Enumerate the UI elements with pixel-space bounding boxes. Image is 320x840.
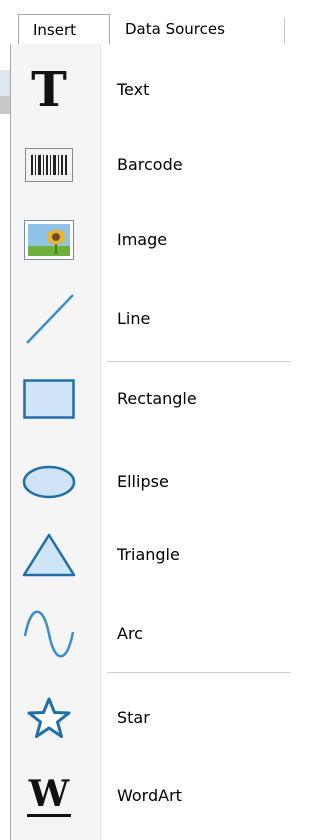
insert-item-label: Triangle (117, 545, 180, 564)
separator (107, 672, 291, 673)
insert-item-label: WordArt (117, 786, 182, 805)
insert-item-line[interactable]: Line (11, 289, 291, 349)
insert-item-text[interactable]: T Text (11, 60, 291, 120)
insert-panel: T Text Barcode Image Line Rectangle Elli… (10, 44, 291, 840)
insert-item-label: Star (117, 708, 150, 727)
tab-bar: Insert Data Sources (0, 0, 290, 44)
insert-item-label: Barcode (117, 155, 183, 174)
panel-edge-marker (0, 96, 10, 114)
tab-data-sources[interactable]: Data Sources (116, 14, 266, 44)
insert-item-label: Text (117, 80, 150, 99)
insert-item-triangle[interactable]: Triangle (11, 525, 291, 585)
insert-item-label: Arc (117, 624, 143, 643)
star-icon (17, 692, 81, 744)
ellipse-icon (17, 456, 81, 508)
text-t-icon: T (31, 62, 67, 118)
insert-item-image[interactable]: Image (11, 210, 291, 270)
arc-icon (17, 608, 81, 660)
insert-item-star[interactable]: Star (11, 688, 291, 748)
insert-item-label: Ellipse (117, 472, 169, 491)
triangle-icon (17, 529, 81, 581)
tab-insert[interactable]: Insert (18, 14, 110, 44)
rectangle-icon (17, 373, 81, 425)
insert-item-label: Line (117, 309, 151, 328)
insert-item-label: Rectangle (117, 389, 197, 408)
insert-item-barcode[interactable]: Barcode (11, 135, 291, 195)
insert-item-label: Image (117, 230, 168, 249)
insert-item-arc[interactable]: Arc (11, 604, 291, 664)
wordart-icon: W (26, 772, 72, 817)
image-icon (17, 214, 81, 266)
line-icon (17, 293, 81, 345)
insert-item-wordart[interactable]: W WordArt (11, 766, 291, 826)
separator (107, 361, 291, 362)
tab-divider (284, 18, 285, 44)
insert-item-ellipse[interactable]: Ellipse (11, 452, 291, 512)
insert-item-rectangle[interactable]: Rectangle (11, 369, 291, 429)
barcode-icon (17, 139, 81, 191)
